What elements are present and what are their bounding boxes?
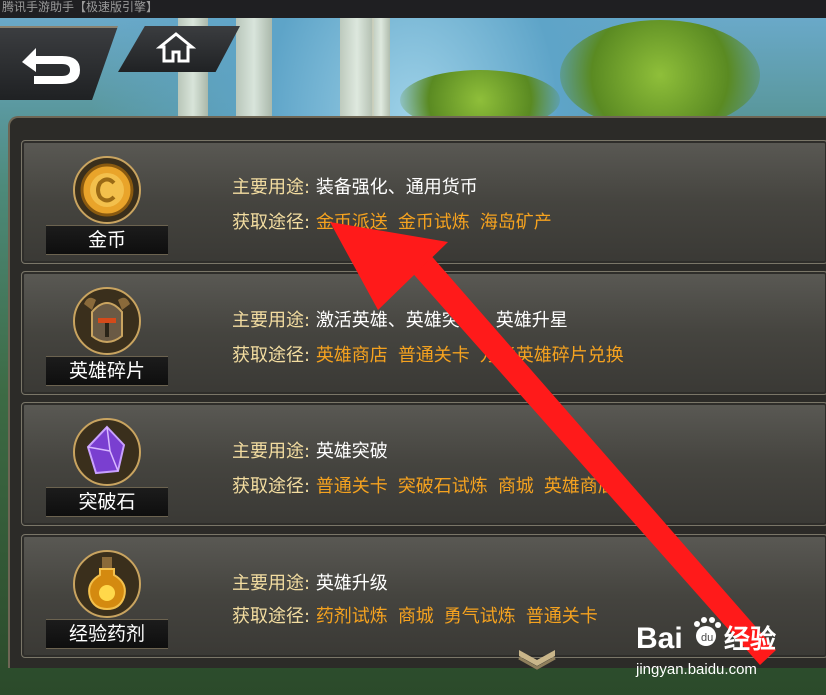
watermark-brand-2: 经验 bbox=[724, 624, 776, 654]
paw-logo-icon: du bbox=[694, 617, 721, 646]
watermark-brand: Bai bbox=[636, 622, 683, 655]
annotation-arrow bbox=[330, 222, 776, 665]
baidu-watermark: Bai du 经验 jingyan.baidu.com bbox=[635, 617, 776, 678]
svg-text:du: du bbox=[701, 632, 713, 644]
watermark-url: jingyan.baidu.com bbox=[635, 661, 757, 678]
